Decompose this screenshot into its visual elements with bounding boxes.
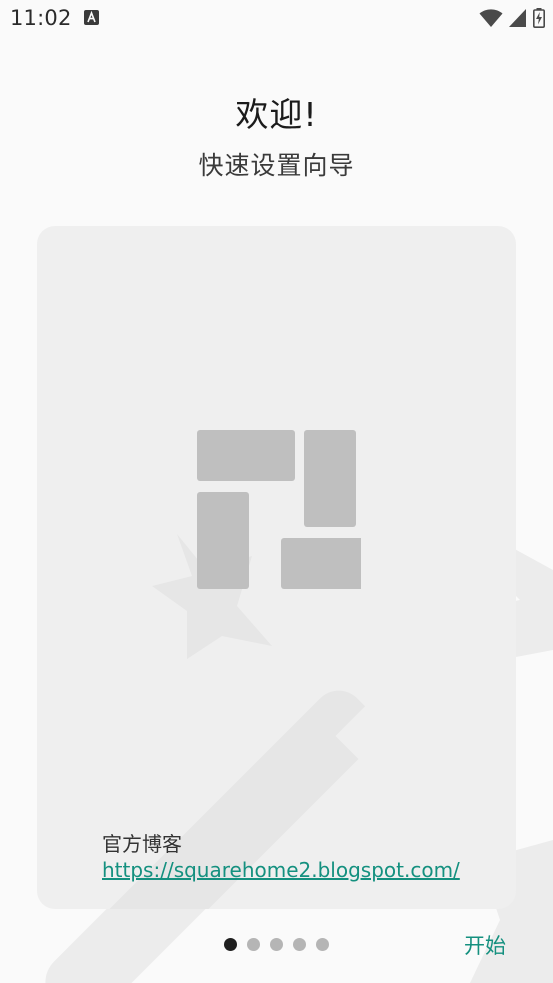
page-subtitle: 快速设置向导 xyxy=(198,151,355,180)
wifi-icon xyxy=(479,9,503,27)
page-indicator xyxy=(224,938,329,951)
status-bar: 11:02 xyxy=(0,0,553,38)
start-button[interactable]: 开始 xyxy=(452,928,518,964)
cellular-signal-icon xyxy=(509,9,526,27)
status-time: 11:02 xyxy=(10,6,72,30)
page-dot[interactable] xyxy=(316,938,329,951)
logo-tile xyxy=(197,430,295,481)
status-icons xyxy=(479,7,545,29)
battery-charging-icon xyxy=(533,8,545,28)
intro-card: 官方博客 https://squarehome2.blogspot.com/ xyxy=(37,226,516,909)
text-a-icon xyxy=(84,10,99,25)
logo-tile xyxy=(304,430,356,527)
logo-tile xyxy=(197,492,249,589)
page-dot[interactable] xyxy=(224,938,237,951)
page-dot[interactable] xyxy=(247,938,260,951)
card-watermark xyxy=(66,534,449,909)
blog-label: 官方博客 xyxy=(102,832,182,856)
blog-link[interactable]: https://squarehome2.blogspot.com/ xyxy=(102,858,460,882)
page-title: 欢迎! xyxy=(235,95,318,134)
page-dot[interactable] xyxy=(293,938,306,951)
page-dot[interactable] xyxy=(270,938,283,951)
logo-tile xyxy=(281,538,361,589)
